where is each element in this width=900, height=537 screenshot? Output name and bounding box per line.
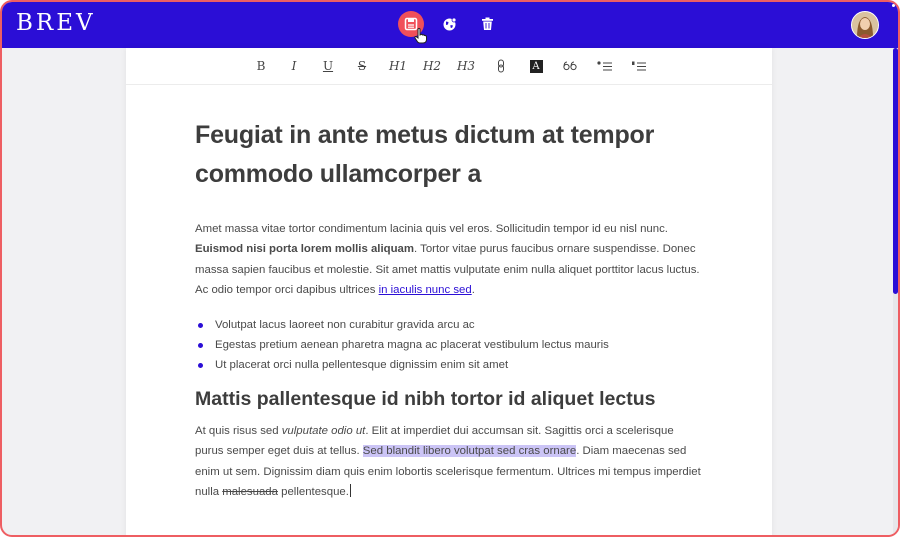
strikethrough-text: malesuada bbox=[222, 486, 278, 499]
paragraph-text: pellentesque. bbox=[277, 486, 349, 499]
bullet-dot-icon bbox=[198, 363, 203, 369]
link-button[interactable] bbox=[495, 58, 507, 74]
editor-page: B I U S H1 H2 H3 A Feugiat in ante metus… bbox=[126, 48, 772, 535]
user-portrait-icon bbox=[852, 12, 878, 38]
heading1-button[interactable]: H1 bbox=[388, 58, 408, 74]
list-item-text: Ut placerat orci nulla pellentesque dign… bbox=[215, 359, 509, 372]
list-item[interactable]: Egestas pretium aenean pharetra magna ac… bbox=[195, 335, 705, 355]
hand-cursor-icon bbox=[414, 28, 427, 44]
bullet-list: Volutpat lacus laoreet non curabitur gra… bbox=[195, 315, 705, 375]
italic-button[interactable]: I bbox=[288, 58, 300, 74]
list-item-text: Volutpat lacus laoreet non curabitur gra… bbox=[215, 319, 475, 332]
bullet-dot-icon bbox=[198, 343, 203, 349]
trash-icon bbox=[481, 17, 493, 30]
quote-button[interactable] bbox=[562, 58, 578, 74]
bulleted-list-button[interactable] bbox=[596, 58, 614, 74]
paragraph-text: At quis risus sed bbox=[195, 425, 282, 438]
format-toolbar: B I U S H1 H2 H3 A bbox=[126, 48, 772, 85]
scrollbar-thumb[interactable] bbox=[893, 48, 898, 294]
document-body[interactable]: Feugiat in ante metus dictum at tempor c… bbox=[195, 116, 705, 502]
numbered-list-icon bbox=[632, 61, 646, 70]
bold-text: Euismod nisi porta lorem mollis aliquam bbox=[195, 243, 414, 256]
heading3-button[interactable]: H3 bbox=[456, 58, 476, 74]
paragraph-text: Amet massa vitae tortor condimentum laci… bbox=[195, 223, 668, 235]
app-window: BREV B I U S H1 H2 H3 A Feugiat in ante … bbox=[0, 0, 900, 537]
bulleted-list-icon bbox=[597, 60, 612, 70]
paragraph-text: . bbox=[471, 283, 475, 296]
underline-button[interactable]: U bbox=[322, 58, 334, 74]
user-avatar[interactable] bbox=[851, 11, 879, 39]
list-item[interactable]: Ut placerat orci nulla pellentesque dign… bbox=[195, 355, 705, 375]
scrollbar[interactable] bbox=[893, 48, 898, 535]
section-heading[interactable]: Mattis pallentesque id nibh tortor id al… bbox=[195, 386, 705, 412]
highlight-button[interactable]: A bbox=[529, 58, 543, 74]
app-logo[interactable]: BREV bbox=[16, 10, 96, 36]
link-icon bbox=[498, 59, 504, 73]
list-item[interactable]: Volutpat lacus laoreet non curabitur gra… bbox=[195, 315, 705, 335]
window-corner-dot bbox=[892, 4, 895, 7]
publish-button[interactable] bbox=[436, 11, 462, 37]
globe-icon bbox=[443, 17, 456, 30]
numbered-list-button[interactable] bbox=[630, 58, 648, 74]
strikethrough-button[interactable]: S bbox=[356, 58, 368, 74]
paragraph-1[interactable]: Amet massa vitae tortor condimentum laci… bbox=[195, 219, 705, 300]
quote-icon bbox=[563, 61, 577, 71]
selected-text: Sed blandit libero volutpat sed cras orn… bbox=[362, 445, 577, 458]
heading2-button[interactable]: H2 bbox=[422, 58, 442, 74]
highlight-label: A bbox=[529, 59, 543, 73]
text-caret bbox=[349, 484, 351, 498]
bold-button[interactable]: B bbox=[255, 58, 267, 74]
bullet-dot-icon bbox=[198, 323, 203, 329]
italic-text: vulputate odio ut bbox=[281, 425, 366, 438]
delete-button[interactable] bbox=[474, 11, 500, 37]
list-item-text: Egestas pretium aenean pharetra magna ac… bbox=[215, 339, 609, 352]
inline-link[interactable]: in iaculis nunc sed bbox=[379, 284, 472, 296]
paragraph-2[interactable]: At quis risus sed vulputate odio ut. Eli… bbox=[195, 421, 705, 502]
top-bar: BREV bbox=[2, 2, 898, 48]
document-title[interactable]: Feugiat in ante metus dictum at tempor c… bbox=[195, 116, 705, 194]
